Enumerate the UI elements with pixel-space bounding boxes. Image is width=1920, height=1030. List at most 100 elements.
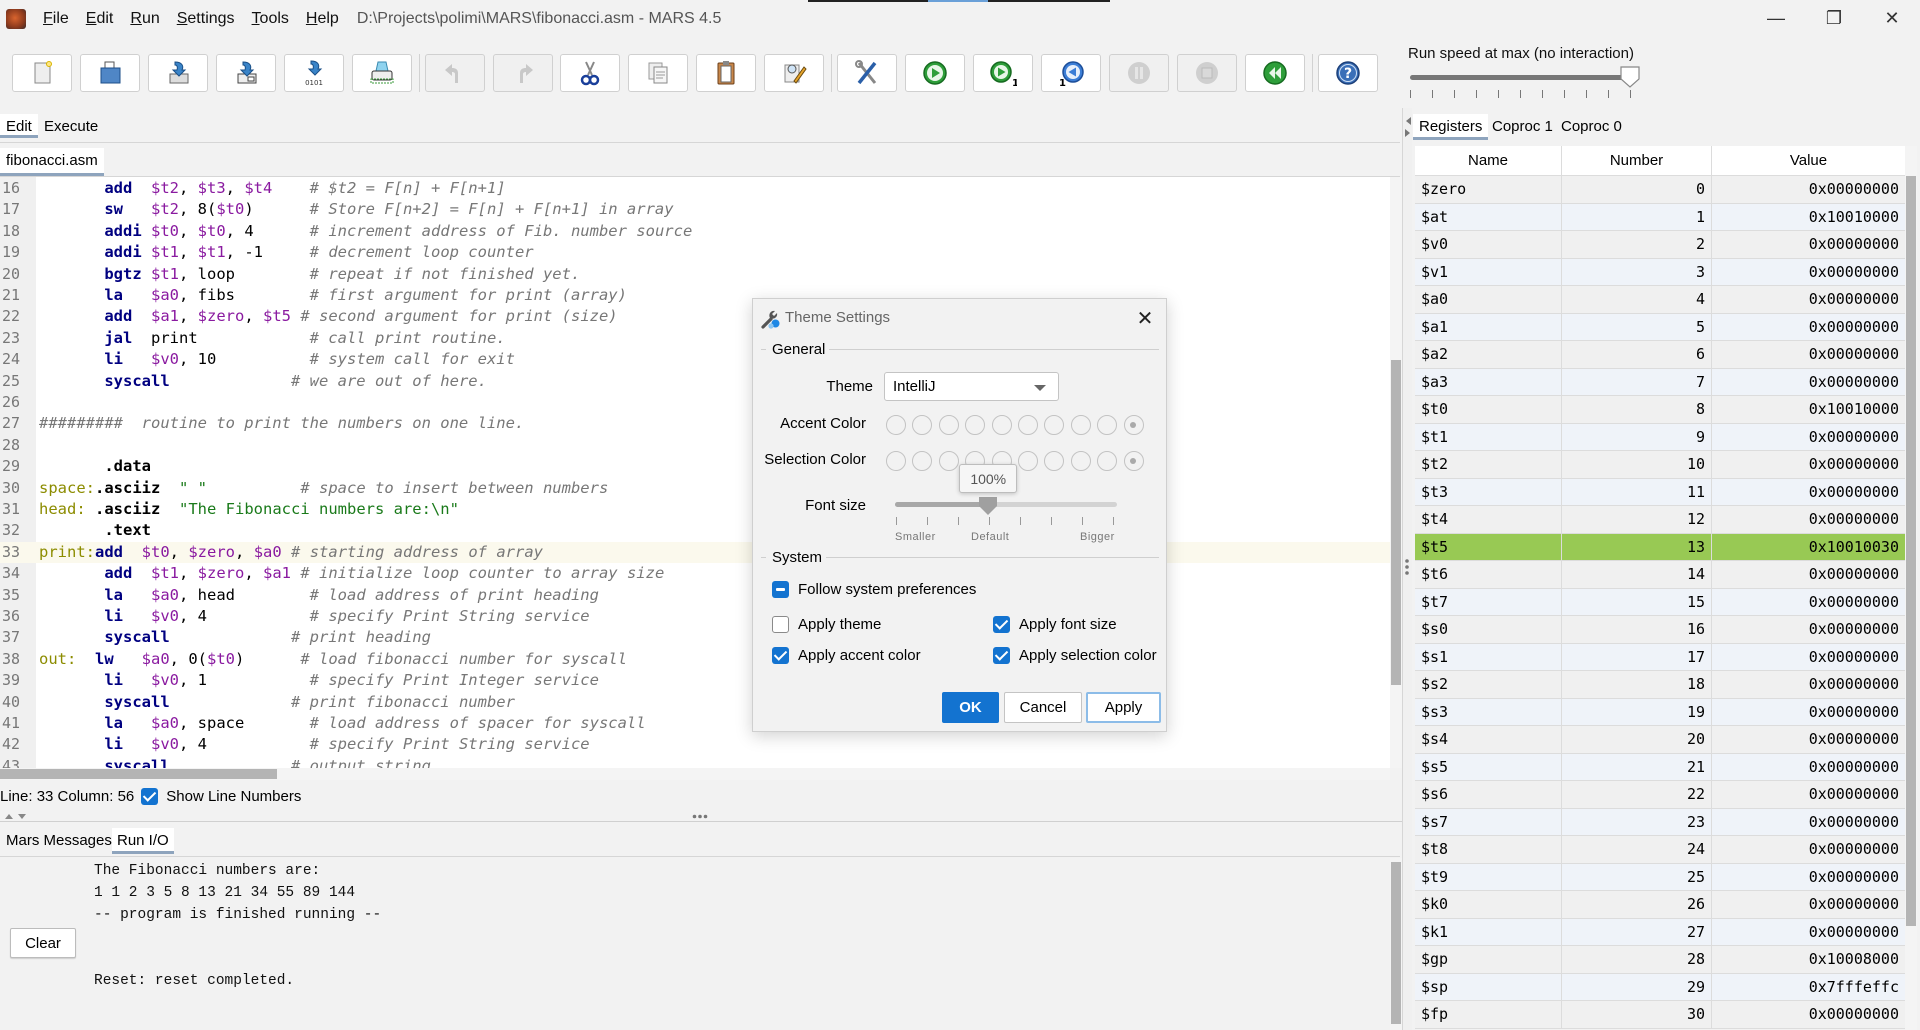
splitter-grip-icon[interactable] xyxy=(1404,558,1410,576)
register-row[interactable]: $a2 6 0x00000000 xyxy=(1415,341,1905,369)
register-row[interactable]: $t3 11 0x00000000 xyxy=(1415,478,1905,506)
register-row[interactable]: $t6 14 0x00000000 xyxy=(1415,561,1905,589)
step-button[interactable]: 1 xyxy=(973,54,1033,92)
tab-edit[interactable]: Edit xyxy=(0,114,38,138)
code-line[interactable]: 17 sw $t2, 8($t0) # Store F[n+2] = F[n] … xyxy=(0,199,1390,220)
code-line[interactable]: 18 addi $t0, $t0, 4 # increment address … xyxy=(0,221,1390,242)
clear-button[interactable]: Clear xyxy=(10,928,76,958)
copy-button[interactable] xyxy=(628,54,688,92)
code-line[interactable]: 42 li $v0, 4 # specify Print String serv… xyxy=(0,734,1390,755)
register-row[interactable]: $s1 17 0x00000000 xyxy=(1415,643,1905,671)
register-row[interactable]: $t9 25 0x00000000 xyxy=(1415,863,1905,891)
editor-horizontal-scroll-thumb[interactable] xyxy=(0,769,277,779)
column-header-number[interactable]: Number xyxy=(1562,146,1712,175)
code-line[interactable]: 32 .text xyxy=(0,520,1390,541)
code-line[interactable]: 41 la $a0, space # load address of space… xyxy=(0,713,1390,734)
run-speed-slider-track[interactable] xyxy=(1410,75,1630,80)
menu-run[interactable]: Run xyxy=(130,10,159,28)
register-row[interactable]: $s2 18 0x00000000 xyxy=(1415,671,1905,699)
register-row[interactable]: $a0 4 0x00000000 xyxy=(1415,286,1905,314)
dump-memory-button[interactable]: 0101 xyxy=(284,54,344,92)
register-row[interactable]: $v1 3 0x00000000 xyxy=(1415,258,1905,286)
selection-color-swatch[interactable] xyxy=(938,451,959,471)
selection-color-swatch[interactable] xyxy=(1123,451,1144,471)
code-line[interactable]: 43 syscall # output string xyxy=(0,756,1390,768)
menu-settings[interactable]: Settings xyxy=(177,10,235,28)
code-line[interactable]: 38 out: lw $a0, 0($t0) # load fibonacci n… xyxy=(0,649,1390,670)
code-line[interactable]: 26 xyxy=(0,392,1390,413)
print-button[interactable] xyxy=(352,54,412,92)
redo-button[interactable] xyxy=(493,54,553,92)
register-row[interactable]: $t2 10 0x00000000 xyxy=(1415,451,1905,479)
run-button[interactable] xyxy=(905,54,965,92)
register-row[interactable]: $s5 21 0x00000000 xyxy=(1415,753,1905,781)
code-line[interactable]: 34 add $t1, $zero, $a1 # initialize loop… xyxy=(0,563,1390,584)
code-line[interactable]: 20 bgtz $t1, loop # repeat if not finish… xyxy=(0,264,1390,285)
apply-font-size-checkbox[interactable]: Apply font size xyxy=(993,616,1117,633)
register-row[interactable]: $gp 28 0x10008000 xyxy=(1415,946,1905,974)
register-row[interactable]: $a1 5 0x00000000 xyxy=(1415,313,1905,341)
code-line[interactable]: 36 li $v0, 4 # specify Print String serv… xyxy=(0,606,1390,627)
pause-button[interactable] xyxy=(1109,54,1169,92)
registers-vertical-scroll-thumb[interactable] xyxy=(1906,176,1916,926)
horizontal-splitter[interactable] xyxy=(0,821,1402,822)
show-line-numbers-checkbox[interactable] xyxy=(141,787,159,805)
code-line[interactable]: 33 print:add $t0, $zero, $a0 # starting a… xyxy=(0,541,1390,563)
code-line[interactable]: 29 .data xyxy=(0,456,1390,477)
code-line[interactable]: 39 li $v0, 1 # specify Print Integer ser… xyxy=(0,670,1390,691)
editor-vertical-scroll-thumb[interactable] xyxy=(1391,360,1401,685)
code-line[interactable]: 25 syscall # we are out of here. xyxy=(0,371,1390,392)
register-row[interactable]: $zero 0 0x00000000 xyxy=(1415,176,1905,204)
output-vertical-scroll-thumb[interactable] xyxy=(1391,862,1401,1024)
code-line[interactable]: 35 la $a0, head # load address of print … xyxy=(0,585,1390,606)
register-row[interactable]: $a3 7 0x00000000 xyxy=(1415,368,1905,396)
register-row[interactable]: $t4 12 0x00000000 xyxy=(1415,506,1905,534)
register-row[interactable]: $v0 2 0x00000000 xyxy=(1415,231,1905,259)
reset-button[interactable] xyxy=(1245,54,1305,92)
register-row[interactable]: $at 1 0x10010000 xyxy=(1415,203,1905,231)
code-line[interactable]: 16 add $t2, $t3, $t4 # $t2 = F[n] + F[n+… xyxy=(0,178,1390,199)
menu-file[interactable]: File xyxy=(43,10,69,28)
theme-dropdown[interactable]: IntelliJ xyxy=(884,372,1059,401)
column-header-name[interactable]: Name xyxy=(1415,146,1562,175)
splitter-grip-icon[interactable] xyxy=(692,814,708,819)
menu-edit[interactable]: Edit xyxy=(86,10,114,28)
register-row[interactable]: $t1 9 0x00000000 xyxy=(1415,423,1905,451)
tab-execute[interactable]: Execute xyxy=(38,114,104,138)
register-row[interactable]: $s0 16 0x00000000 xyxy=(1415,616,1905,644)
accent-color-swatch[interactable] xyxy=(1123,415,1144,435)
assemble-button[interactable] xyxy=(837,54,897,92)
apply-theme-checkbox[interactable]: Apply theme xyxy=(772,616,881,633)
selection-color-swatch[interactable] xyxy=(1070,451,1091,471)
selection-color-swatch[interactable] xyxy=(1097,451,1118,471)
stop-button[interactable] xyxy=(1177,54,1237,92)
accent-color-swatch[interactable] xyxy=(886,415,906,435)
cut-button[interactable] xyxy=(560,54,620,92)
find-replace-button[interactable] xyxy=(764,54,824,92)
paste-button[interactable] xyxy=(696,54,756,92)
code-line[interactable]: 31 head: .asciiz "The Fibonacci numbers a… xyxy=(0,499,1390,520)
code-line[interactable]: 27 ######### routine to print the numbers… xyxy=(0,413,1390,434)
minimize-button[interactable]: — xyxy=(1748,0,1804,36)
accent-color-swatch[interactable] xyxy=(912,415,933,435)
register-row[interactable]: $s7 23 0x00000000 xyxy=(1415,808,1905,836)
register-row[interactable]: $t7 15 0x00000000 xyxy=(1415,588,1905,616)
register-row[interactable]: $sp 29 0x7fffeffc xyxy=(1415,973,1905,1001)
accent-color-swatch[interactable] xyxy=(1097,415,1118,435)
run-speed-slider-thumb[interactable] xyxy=(1620,66,1640,88)
register-row[interactable]: $s4 20 0x00000000 xyxy=(1415,726,1905,754)
font-size-slider-thumb[interactable] xyxy=(978,496,998,516)
apply-accent-color-checkbox[interactable]: Apply accent color xyxy=(772,647,921,664)
save-file-button[interactable] xyxy=(148,54,208,92)
accent-color-swatch[interactable] xyxy=(965,415,986,435)
register-row[interactable]: $t0 8 0x10010000 xyxy=(1415,396,1905,424)
close-window-button[interactable]: ✕ xyxy=(1864,0,1920,36)
accent-color-swatch[interactable] xyxy=(1017,415,1038,435)
accent-color-swatch[interactable] xyxy=(1070,415,1091,435)
menu-help[interactable]: Help xyxy=(306,10,339,28)
splitter-collapse-arrows-icon[interactable] xyxy=(1404,116,1412,138)
code-line[interactable]: 28 xyxy=(0,435,1390,456)
apply-button[interactable]: Apply xyxy=(1086,692,1161,723)
new-file-button[interactable] xyxy=(12,54,72,92)
selection-color-swatch[interactable] xyxy=(1044,451,1065,471)
